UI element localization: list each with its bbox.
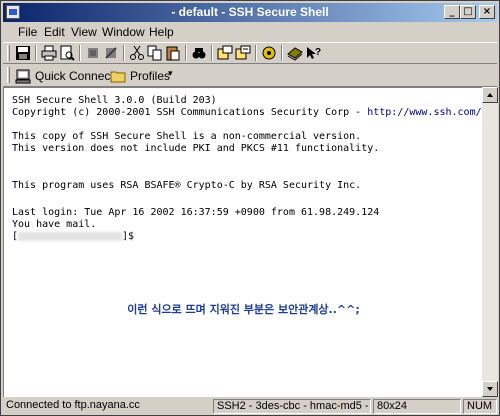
status-terminal-size: 80x24	[373, 399, 461, 414]
help-icon[interactable]: ?	[305, 45, 321, 61]
quick-connect-label: Quick Connect	[35, 69, 114, 83]
copyright-text: Copyright (c) 2000-2001 SSH Communicatio…	[12, 107, 368, 118]
prompt-close: ]$	[122, 231, 135, 242]
terminal-line: Last login: Tue Apr 16 2002 16:37:59 +09…	[12, 207, 380, 218]
connect-icon[interactable]	[85, 45, 101, 61]
file-transfer-icon[interactable]	[261, 45, 277, 61]
profiles-label: Profiles	[130, 69, 171, 83]
toolbar-grip[interactable]	[7, 67, 10, 83]
find-icon[interactable]	[191, 45, 207, 61]
disconnect-icon[interactable]	[103, 45, 119, 61]
status-num-lock: NUM	[463, 399, 497, 414]
folder-icon	[110, 71, 126, 83]
status-connection: Connected to ftp.nayana.cc	[6, 399, 140, 411]
menu-view[interactable]: View	[71, 25, 97, 39]
terminal-line: Copyright (c) 2000-2001 SSH Communicatio…	[12, 107, 482, 119]
scroll-up-button[interactable]	[482, 87, 498, 103]
chevron-down-icon: ▾	[168, 68, 173, 78]
cut-icon[interactable]	[129, 45, 145, 61]
copy-icon[interactable]	[147, 45, 163, 61]
status-bar: Connected to ftp.nayana.cc SSH2 - 3des-c…	[3, 398, 497, 415]
toolbar-separator	[79, 45, 81, 61]
toolbar-separator	[211, 45, 213, 61]
toolbar-separator	[255, 45, 257, 61]
menu-file[interactable]: File	[18, 25, 37, 39]
svg-text:?: ?	[315, 47, 321, 58]
paste-icon[interactable]	[165, 45, 181, 61]
print-icon[interactable]	[41, 45, 57, 61]
shell-prompt: []$	[12, 231, 134, 243]
terminal-line: You have mail.	[12, 219, 97, 230]
close-button[interactable]: ×	[479, 5, 495, 19]
terminal-line: This copy of SSH Secure Shell is a non-c…	[12, 131, 362, 142]
ssh-url: http://www.ssh.com/	[367, 107, 482, 118]
terminal-line: This program uses RSA BSAFE® Crypto-C by…	[12, 180, 362, 191]
print-preview-icon[interactable]	[59, 45, 75, 61]
terminal-area[interactable]: SSH Secure Shell 3.0.0 (Build 203) Copyr…	[3, 87, 482, 397]
redaction-caption: 이런 식으로 뜨며 지워진 부분은 보안관계상..^^;	[127, 303, 360, 316]
maximize-button[interactable]: □	[460, 5, 476, 19]
window-title: - default - SSH Secure Shell	[171, 5, 329, 19]
terminal-line: SSH Secure Shell 3.0.0 (Build 203)	[12, 95, 217, 106]
toolbar-grip[interactable]	[7, 45, 10, 61]
vertical-scrollbar[interactable]	[482, 87, 498, 397]
settings-icon[interactable]	[217, 45, 233, 61]
computer-icon	[15, 69, 31, 84]
toolbar-separator	[123, 45, 125, 61]
redacted-hostname	[18, 231, 123, 241]
terminal-line: This version does not include PKI and PK…	[12, 143, 380, 154]
menu-window[interactable]: Window	[102, 25, 145, 39]
scroll-down-button[interactable]	[482, 381, 498, 397]
status-cipher: SSH2 - 3des-cbc - hmac-md5 -	[213, 399, 371, 414]
toolbar-separator	[35, 45, 37, 61]
minimize-button[interactable]: _	[444, 5, 460, 19]
book-icon[interactable]	[287, 45, 303, 61]
main-toolbar: ?	[3, 42, 497, 64]
title-bar[interactable]: - default - SSH Secure Shell _ □ ×	[3, 3, 497, 22]
menu-edit[interactable]: Edit	[44, 25, 65, 39]
quick-connect-toolbar: Quick Connect Profiles ▾	[3, 65, 497, 87]
toolbar-separator	[281, 45, 283, 61]
ssh-client-window: - default - SSH Secure Shell _ □ × File …	[0, 0, 500, 416]
save-icon[interactable]	[15, 45, 31, 61]
menu-bar: File Edit View Window Help	[3, 23, 497, 41]
menu-help[interactable]: Help	[149, 25, 174, 39]
profile-settings-icon[interactable]	[235, 45, 251, 61]
toolbar-separator	[185, 45, 187, 61]
